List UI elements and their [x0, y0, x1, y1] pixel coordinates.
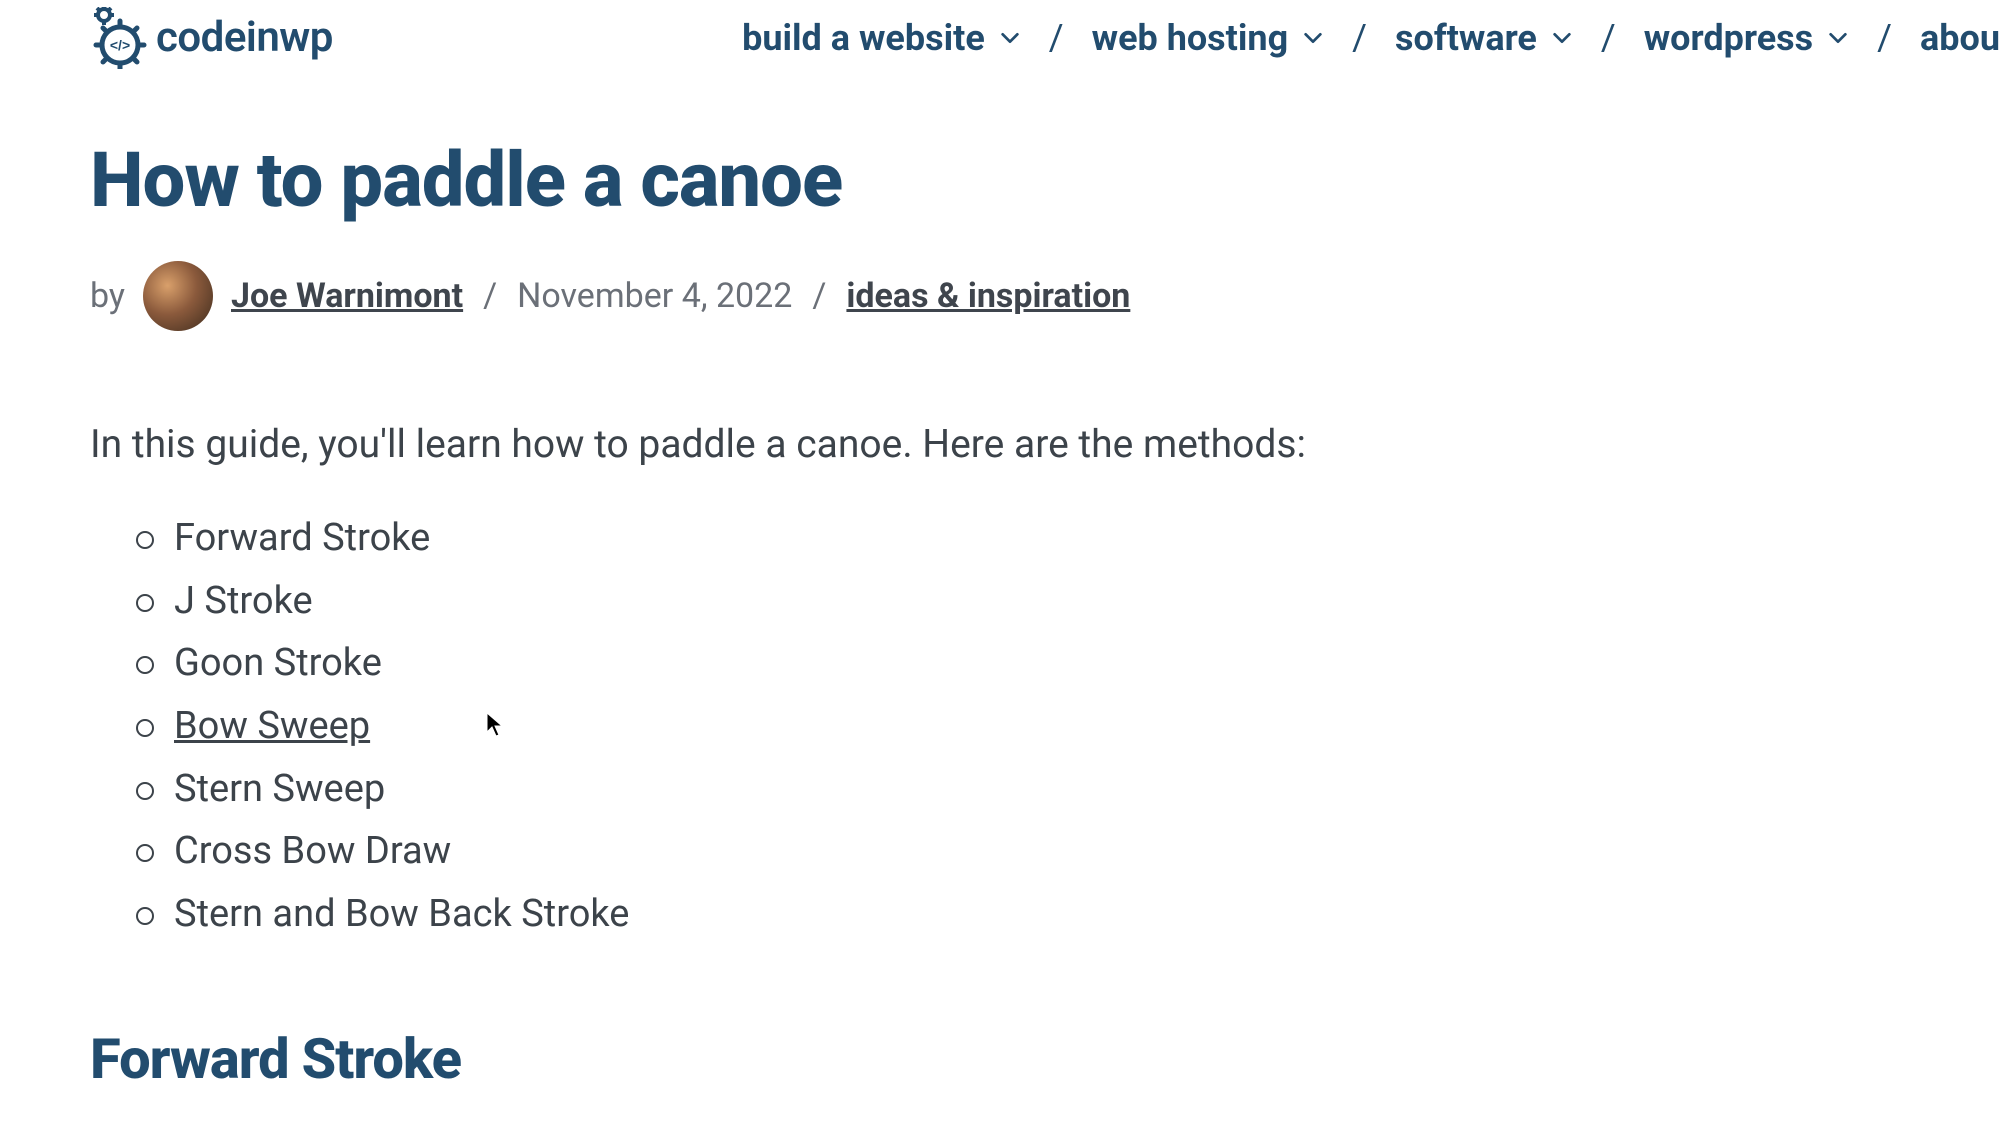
- topbar: </> codeinwp build a website / web hosti…: [0, 0, 2000, 75]
- nav-separator: /: [1049, 17, 1064, 59]
- nav-about[interactable]: abou: [1920, 17, 2000, 59]
- chevron-down-icon: [1827, 27, 1849, 49]
- gear-icon: </>: [90, 7, 150, 69]
- svg-text:</>: </>: [110, 37, 130, 53]
- nav-label: abou: [1920, 17, 2000, 59]
- category-link[interactable]: ideas & inspiration: [846, 276, 1130, 316]
- list-item-link[interactable]: Bow Sweep: [174, 704, 370, 748]
- nav-label: build a website: [742, 17, 985, 59]
- section-heading: Forward Stroke: [90, 1026, 1800, 1092]
- nav-separator: /: [1601, 17, 1616, 59]
- list-item: Stern Sweep: [174, 758, 1800, 821]
- nav-separator: /: [1877, 17, 1892, 59]
- avatar: [143, 261, 213, 331]
- nav-separator: /: [1352, 17, 1367, 59]
- nav-label: wordpress: [1644, 17, 1813, 59]
- byline-prefix: by: [90, 276, 125, 316]
- list-item-label: J Stroke: [174, 579, 313, 623]
- list-item-label: Forward Stroke: [174, 516, 430, 560]
- list-item-label: Stern Sweep: [174, 767, 385, 811]
- nav-wordpress[interactable]: wordpress: [1644, 17, 1849, 59]
- article-date: November 4, 2022: [517, 276, 792, 316]
- chevron-down-icon: [1551, 27, 1573, 49]
- article-content: How to paddle a canoe by Joe Warnimont /…: [0, 75, 1800, 1092]
- main-nav: build a website / web hosting / software…: [742, 17, 2000, 59]
- nav-label: software: [1395, 17, 1537, 59]
- nav-software[interactable]: software: [1395, 17, 1573, 59]
- article-intro: In this guide, you'll learn how to paddl…: [90, 421, 1800, 467]
- list-item: Cross Bow Draw: [174, 820, 1800, 883]
- meta-separator: /: [475, 276, 505, 316]
- chevron-down-icon: [999, 27, 1021, 49]
- list-item: Stern and Bow Back Stroke: [174, 883, 1800, 946]
- meta-separator: /: [804, 276, 834, 316]
- list-item: Forward Stroke: [174, 507, 1800, 570]
- author-link[interactable]: Joe Warnimont: [231, 276, 463, 316]
- list-item: Bow Sweep: [174, 695, 1800, 758]
- nav-label: web hosting: [1092, 17, 1289, 59]
- nav-build-a-website[interactable]: build a website: [742, 17, 1021, 59]
- logo-text: codeinwp: [156, 13, 333, 62]
- list-item-label: Cross Bow Draw: [174, 829, 451, 873]
- logo[interactable]: </> codeinwp: [90, 7, 333, 69]
- list-item-label: Goon Stroke: [174, 641, 382, 685]
- page-title: How to paddle a canoe: [90, 135, 1800, 225]
- list-item: Goon Stroke: [174, 632, 1800, 695]
- methods-list: Forward Stroke J Stroke Goon Stroke Bow …: [90, 507, 1800, 946]
- list-item-label: Stern and Bow Back Stroke: [174, 892, 629, 936]
- list-item: J Stroke: [174, 570, 1800, 633]
- nav-web-hosting[interactable]: web hosting: [1092, 17, 1325, 59]
- article-meta: by Joe Warnimont / November 4, 2022 / id…: [90, 261, 1800, 331]
- chevron-down-icon: [1302, 27, 1324, 49]
